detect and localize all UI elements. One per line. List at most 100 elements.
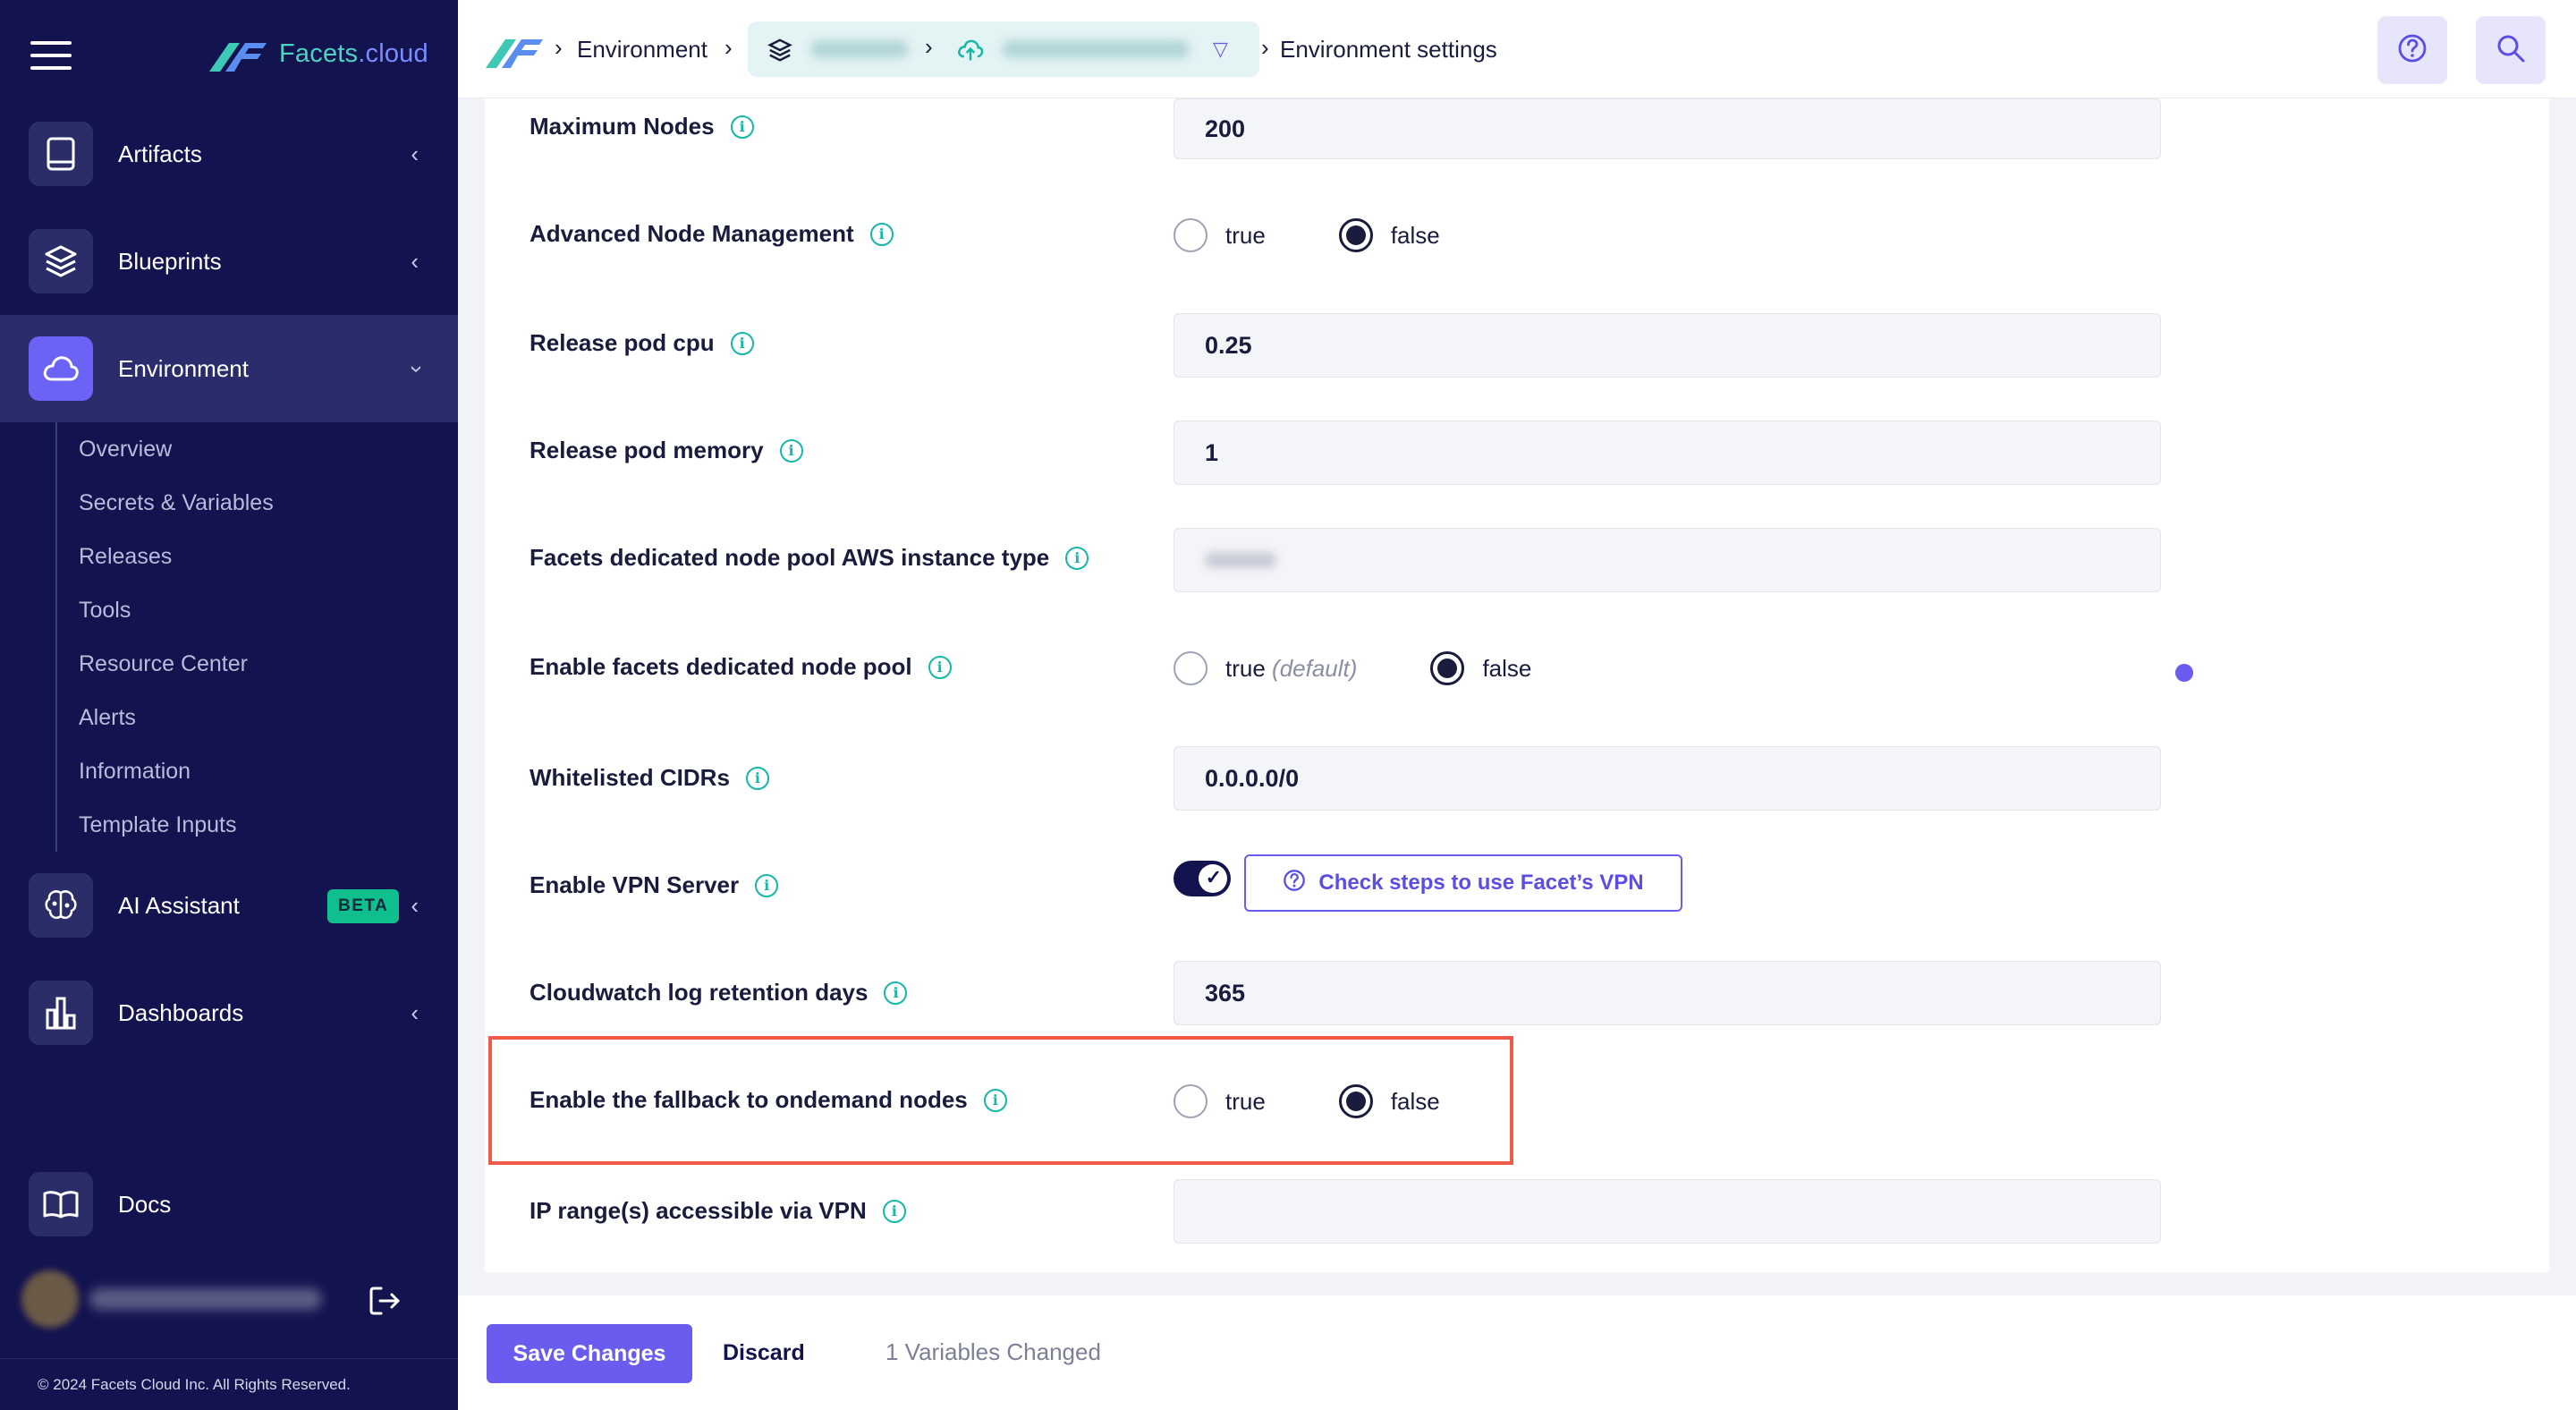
help-icon [2397, 33, 2428, 68]
logout-icon[interactable] [367, 1283, 402, 1323]
sidebar-item-docs[interactable]: Docs [0, 1151, 458, 1258]
breadcrumb-environment[interactable]: Environment [577, 0, 708, 98]
discard-button[interactable]: Discard [723, 1340, 805, 1366]
info-icon[interactable]: i [882, 1199, 906, 1223]
release-pod-cpu-input[interactable]: 0.25 [1174, 313, 2161, 378]
dropdown-icon[interactable]: ▽ [1213, 38, 1228, 61]
environment-selector[interactable]: › ▽ [748, 21, 1259, 77]
setting-label-release-pod-memory: Release pod memory i [530, 437, 803, 464]
chevron-right-icon: › [555, 34, 563, 61]
setting-label-cloudwatch-retention: Cloudwatch log retention days i [530, 979, 908, 1007]
info-icon[interactable]: i [745, 766, 769, 790]
chevron-right-icon: › [1261, 34, 1269, 61]
max-nodes-input[interactable]: 200 [1174, 98, 2161, 159]
search-button[interactable] [2476, 16, 2546, 84]
chevron-left-icon: ‹ [411, 247, 419, 275]
facets-logo[interactable]: Facets.cloud [209, 36, 428, 72]
fallback-true-radio[interactable] [1174, 1084, 1208, 1118]
radio-label: true [1225, 1087, 1266, 1115]
instance-type-input[interactable] [1174, 528, 2161, 592]
advanced-node-false-radio[interactable] [1338, 218, 1373, 252]
info-icon[interactable]: i [779, 438, 803, 463]
layers-icon [29, 229, 93, 293]
sidebar-header: Facets.cloud [0, 0, 458, 107]
subnav-item-overview[interactable]: Overview [79, 437, 172, 463]
setting-label-max-nodes: Maximum Nodes i [530, 113, 754, 140]
release-pod-memory-input[interactable]: 1 [1174, 420, 2161, 485]
subnav-item-releases[interactable]: Releases [79, 544, 172, 570]
sidebar-item-label: AI Assistant [118, 891, 240, 919]
stack-icon [767, 38, 792, 67]
copyright-text: © 2024 Facets Cloud Inc. All Rights Rese… [38, 1376, 351, 1393]
subnav-item-resource-center[interactable]: Resource Center [79, 651, 248, 677]
environment-name-redacted [1002, 40, 1190, 58]
dedicated-pool-false-radio[interactable] [1430, 651, 1465, 685]
fallback-false-radio[interactable] [1338, 1084, 1373, 1118]
vpn-toggle[interactable]: ✓ [1174, 861, 1231, 896]
facets-logo-small-icon[interactable] [485, 32, 544, 72]
save-changes-button[interactable]: Save Changes [487, 1324, 692, 1383]
user-profile[interactable] [18, 1270, 438, 1333]
instance-type-redacted [1205, 552, 1276, 568]
chevron-right-icon: › [724, 34, 733, 61]
setting-label-dedicated-node-pool: Enable facets dedicated node pool i [530, 653, 952, 681]
info-icon[interactable]: i [730, 331, 754, 355]
cloud-icon [29, 336, 93, 401]
help-button[interactable] [2377, 16, 2447, 84]
radio-label: false [1390, 221, 1440, 249]
info-icon[interactable]: i [928, 655, 952, 679]
brain-icon [29, 873, 93, 938]
breadcrumb-environment-settings: Environment settings [1280, 35, 1497, 63]
sidebar-item-artifacts[interactable]: Artifacts ‹ [0, 100, 458, 208]
fallback-radio-group: true false [1174, 1084, 1440, 1118]
search-icon [2496, 33, 2526, 68]
info-icon[interactable]: i [869, 222, 894, 246]
subnav-item-alerts[interactable]: Alerts [79, 705, 136, 731]
chevron-right-icon: › [925, 33, 933, 60]
chevron-left-icon: ‹ [411, 140, 419, 167]
sidebar-item-ai-assistant[interactable]: AI Assistant BETA ‹ [0, 852, 458, 959]
info-icon[interactable]: i [730, 115, 754, 139]
whitelisted-cidrs-input[interactable]: 0.0.0.0/0 [1174, 746, 2161, 811]
sidebar-item-dashboards[interactable]: Dashboards ‹ [0, 959, 458, 1066]
sidebar-item-blueprints[interactable]: Blueprints ‹ [0, 208, 458, 315]
chevron-left-icon: ‹ [411, 998, 419, 1026]
dedicated-pool-true-radio[interactable] [1174, 651, 1208, 685]
sidebar-item-environment[interactable]: Environment ‹ [0, 315, 458, 422]
advanced-node-radio-group: true false [1174, 218, 1440, 252]
advanced-node-true-radio[interactable] [1174, 218, 1208, 252]
subnav-item-tools[interactable]: Tools [79, 598, 131, 624]
setting-label-whitelisted-cidrs: Whitelisted CIDRs i [530, 764, 769, 792]
info-icon[interactable]: i [755, 873, 779, 897]
cloudwatch-retention-input[interactable]: 365 [1174, 961, 2161, 1025]
radio-label: true [1225, 221, 1266, 249]
chevron-down-icon: ‹ [401, 364, 428, 373]
subnav-item-template-inputs[interactable]: Template Inputs [79, 812, 237, 838]
bar-chart-icon [29, 981, 93, 1045]
beta-badge: BETA [327, 889, 400, 923]
sidebar-item-label: Environment [118, 354, 249, 382]
radio-label: false [1390, 1087, 1440, 1115]
subnav-item-secrets-variables[interactable]: Secrets & Variables [79, 490, 274, 516]
setting-label-instance-type: Facets dedicated node pool AWS instance … [530, 544, 1089, 572]
subnav-item-information[interactable]: Information [79, 759, 191, 785]
facets-logo-icon [209, 43, 267, 72]
variables-changed-status: 1 Variables Changed [886, 1338, 1101, 1365]
info-icon[interactable]: i [1065, 546, 1089, 570]
setting-label-vpn-server: Enable VPN Server i [530, 871, 779, 899]
vpn-steps-button[interactable]: Check steps to use Facet’s VPN [1244, 854, 1682, 912]
radio-label: false [1482, 654, 1532, 682]
radio-label: true (default) [1225, 654, 1358, 682]
help-icon [1283, 869, 1306, 898]
info-icon[interactable]: i [884, 981, 908, 1005]
avatar [21, 1270, 79, 1328]
ip-range-vpn-input[interactable] [1174, 1179, 2161, 1244]
top-header: › Environment › › ▽ › Environment settin… [458, 0, 2576, 98]
info-icon[interactable]: i [983, 1088, 1007, 1112]
hamburger-menu-icon[interactable] [30, 41, 72, 70]
environment-subnav: Overview Secrets & Variables Releases To… [55, 422, 413, 852]
sidebar-item-label: Artifacts [118, 140, 202, 167]
dedicated-pool-radio-group: true (default) false [1174, 651, 1531, 685]
settings-form: Maximum Nodes i 200 Advanced Node Managem… [485, 98, 2549, 1272]
changed-indicator-dot [2175, 664, 2193, 682]
